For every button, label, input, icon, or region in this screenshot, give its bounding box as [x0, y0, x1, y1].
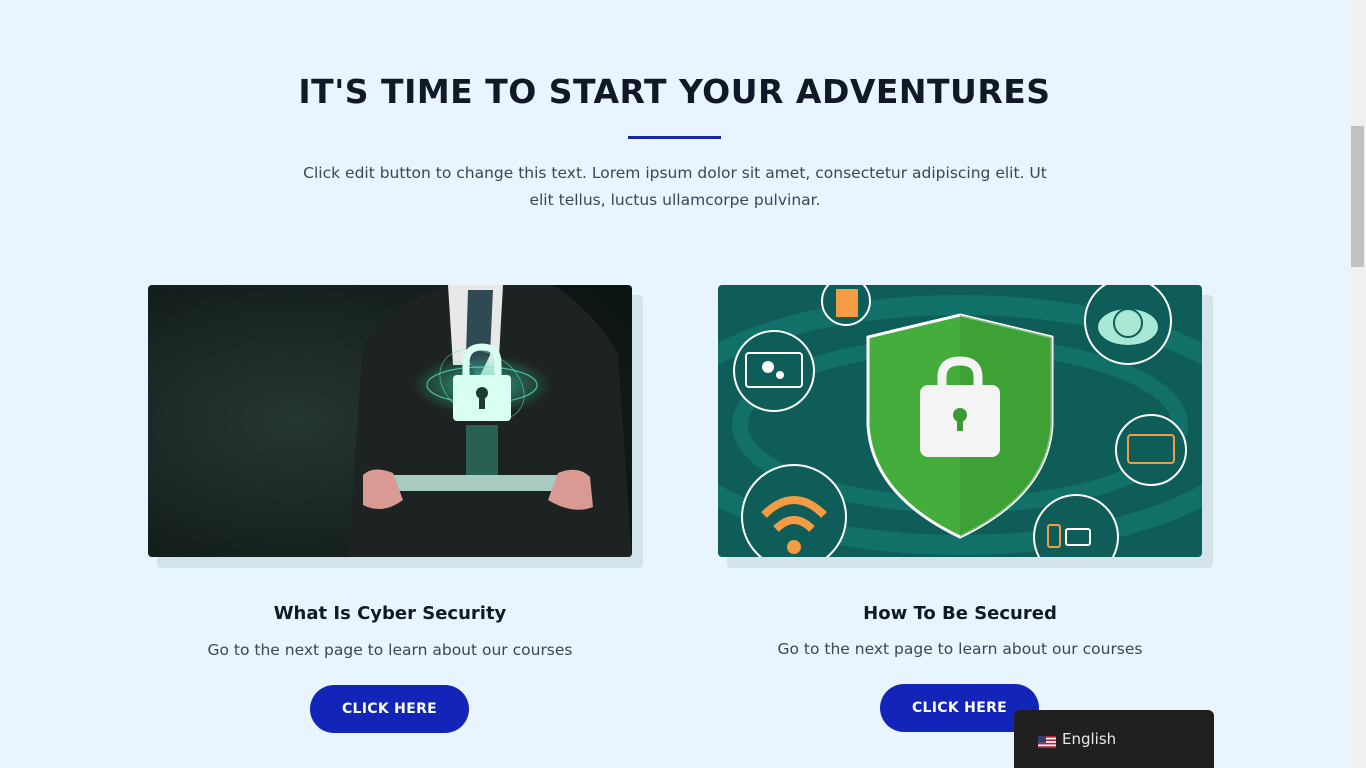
page-scrollbar[interactable] — [1349, 0, 1366, 768]
language-label: English — [1062, 730, 1117, 748]
security-shield-image — [718, 285, 1202, 557]
card-2-image-wrapper — [718, 285, 1213, 568]
section-intro: Click edit button to change this text. L… — [303, 164, 1047, 209]
language-switcher[interactable]: English — [1014, 710, 1214, 768]
heading-divider — [628, 136, 721, 139]
us-flag-icon — [1038, 734, 1056, 748]
card-2-title: How To Be Secured — [863, 603, 1057, 624]
card-2-text: Go to the next page to learn about our c… — [777, 640, 1143, 658]
cyber-security-image — [148, 285, 632, 557]
section-heading: IT'S TIME TO START YOUR ADVENTURES — [298, 72, 1051, 111]
card-1-text: Go to the next page to learn about our c… — [207, 641, 573, 659]
card-1-image-wrapper — [148, 285, 643, 568]
card-1-click-here-button[interactable]: CLICK HERE — [310, 685, 469, 733]
page: IT'S TIME TO START YOUR ADVENTURES Click… — [0, 0, 1349, 768]
card-1-title: What Is Cyber Security — [273, 603, 507, 624]
scrollbar-thumb[interactable] — [1351, 126, 1364, 267]
